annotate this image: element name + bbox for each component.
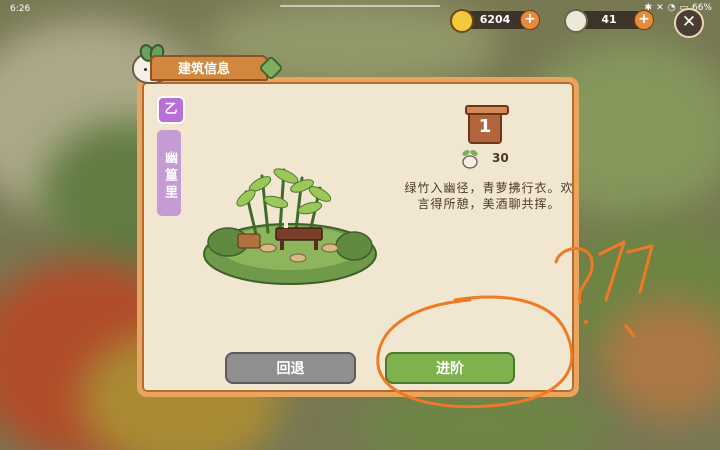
handwritten-annotation <box>376 240 654 409</box>
